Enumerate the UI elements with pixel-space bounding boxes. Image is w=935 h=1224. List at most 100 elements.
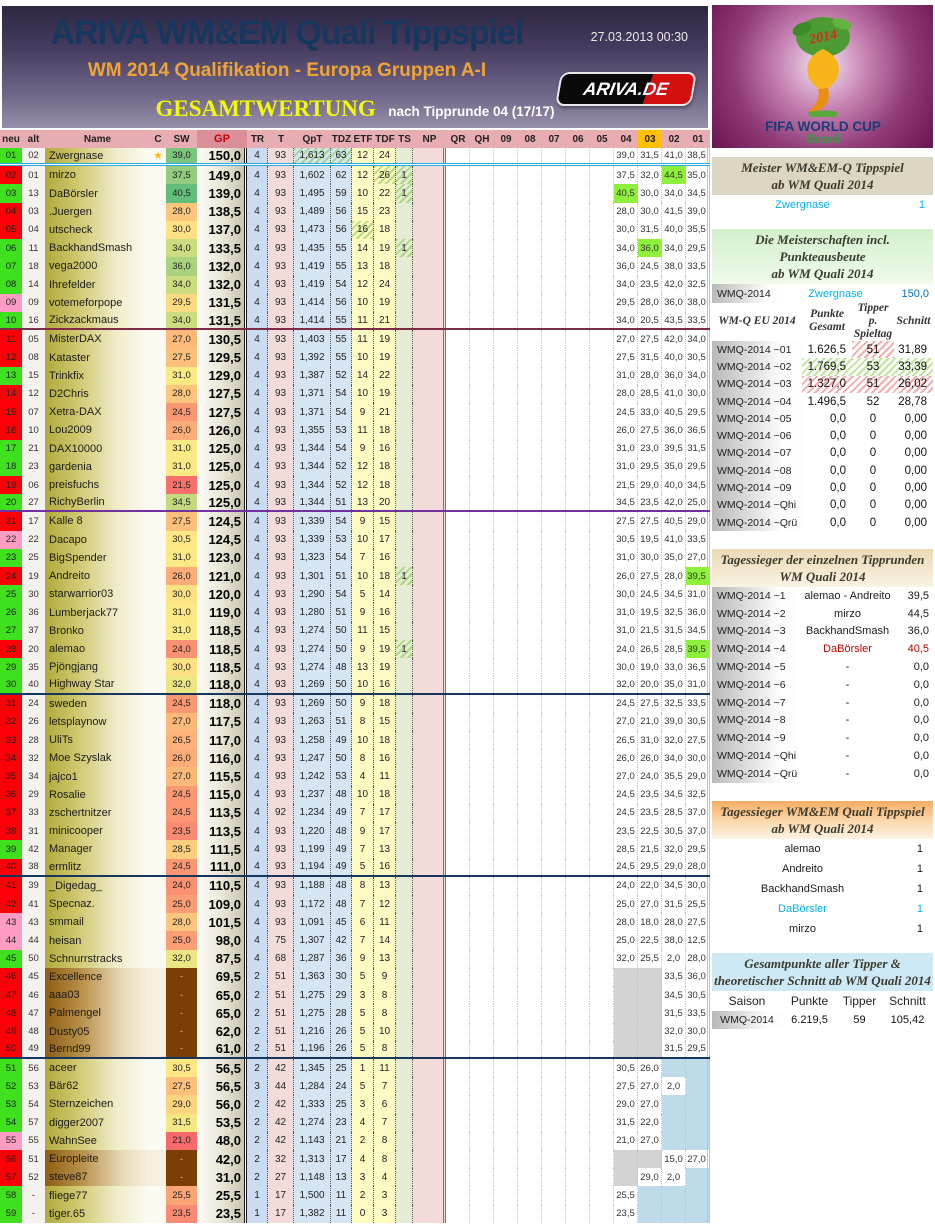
- round-cell-empty: [566, 695, 590, 713]
- points-last-round: 24,0: [166, 877, 197, 895]
- round-cell-empty: [566, 585, 590, 603]
- round-cell-empty: [590, 968, 614, 986]
- total-points: 120,0: [197, 585, 247, 603]
- total-points: 150,0: [197, 148, 247, 163]
- stat-tdf: 7: [374, 1114, 396, 1132]
- round-points: 29,0: [686, 512, 710, 530]
- table-rows: 0102Zwergnase★39,0150,04931,61363122439,…: [0, 148, 710, 1223]
- round-points: 34,0: [686, 367, 710, 385]
- round-cell-empty: [446, 512, 470, 530]
- stat-qpt: 1,188: [294, 877, 331, 895]
- stat-t: 93: [268, 731, 294, 749]
- stat-qpt: 1,602: [294, 166, 331, 184]
- stat-tdz: 54: [331, 385, 352, 403]
- round-points: 27,5: [686, 731, 710, 749]
- stat-etf: 13: [352, 257, 374, 275]
- stat-tr: 4: [247, 859, 268, 875]
- round-cell-empty: [566, 931, 590, 949]
- stat-tr: 4: [247, 330, 268, 348]
- round-points: 27,0: [614, 767, 638, 785]
- tagesrunde-row: WMQ-2014 ~1alemao - Andreito39,5: [712, 587, 933, 605]
- round-points: 34,5: [686, 184, 710, 202]
- round-cell-empty: [566, 676, 590, 692]
- round-cell-empty: [470, 1205, 494, 1223]
- round-cell-empty: [494, 603, 518, 621]
- round-points: 12,5: [686, 931, 710, 949]
- rank-old: 05: [22, 330, 45, 348]
- stat-np: [413, 749, 446, 767]
- round-cell-empty: [518, 603, 542, 621]
- stat-tdf: 4: [374, 1168, 396, 1186]
- stat-etf: 10: [352, 567, 374, 585]
- round-points: 41,0: [662, 385, 686, 403]
- stat-tr: 4: [247, 950, 268, 968]
- stat-tdz: 49: [331, 840, 352, 858]
- rank-new-badge: 53: [0, 1095, 22, 1113]
- wmq-stat-row: WMQ-2014 ~Qrü0,000,00: [712, 514, 933, 531]
- stat-tdf: 19: [374, 330, 396, 348]
- stat-tdf: 18: [374, 695, 396, 713]
- stat-ts: [396, 1059, 413, 1077]
- round-cell-empty: [542, 494, 566, 510]
- wmq-round-label: WMQ-2014 ~04: [712, 393, 802, 410]
- round-points: 27,5: [638, 512, 662, 530]
- round-cell-empty: [494, 950, 518, 968]
- player-name: digger2007: [45, 1114, 150, 1132]
- stat-etf: 5: [352, 859, 374, 875]
- round-points: 40,5: [662, 512, 686, 530]
- wmq-punkte: 0,0: [802, 427, 852, 444]
- player-name: votemeforpope: [45, 294, 150, 312]
- round-points: 34,5: [662, 585, 686, 603]
- points-last-round: 27,0: [166, 767, 197, 785]
- column-header-08: 08: [518, 130, 542, 148]
- stat-tdz: 21: [331, 1132, 352, 1150]
- player-name: alemao: [45, 640, 150, 658]
- champion-cell: [150, 512, 166, 530]
- stat-np: [413, 276, 446, 294]
- round-cell-empty: [590, 367, 614, 385]
- stat-tdf: 15: [374, 622, 396, 640]
- stat-tr: 4: [247, 312, 268, 328]
- round-points: 30,5: [686, 348, 710, 366]
- total-points: 132,0: [197, 276, 247, 294]
- points-last-round: 24,5: [166, 804, 197, 822]
- stat-ts: [396, 294, 413, 312]
- stat-tdz: 54: [331, 549, 352, 567]
- stat-ts: [396, 713, 413, 731]
- wmq-round-label: WMQ-2014 ~05: [712, 410, 802, 427]
- table-row: 1906preisfuchs21,5125,04931,34452121821,…: [0, 476, 710, 494]
- points-last-round: 40,5: [166, 184, 197, 202]
- stat-ts: [396, 1132, 413, 1150]
- rank-old: 14: [22, 276, 45, 294]
- stat-qpt: 1,247: [294, 749, 331, 767]
- round-points: [662, 1114, 686, 1132]
- rank-new-badge: 14: [0, 385, 22, 403]
- wmq-punkte: 0,0: [802, 445, 852, 462]
- round-points: 29,0: [662, 859, 686, 875]
- round-cell-empty: [566, 1023, 590, 1041]
- stat-t: 93: [268, 749, 294, 767]
- round-cell-empty: [566, 239, 590, 257]
- stat-t: 93: [268, 330, 294, 348]
- round-cell-empty: [446, 239, 470, 257]
- stat-qpt: 1,435: [294, 239, 331, 257]
- round-cell-empty: [542, 1132, 566, 1150]
- stat-tdz: 25: [331, 1095, 352, 1113]
- round-cell-empty: [590, 640, 614, 658]
- round-cell-empty: [470, 512, 494, 530]
- tagesrunde-label: WMQ-2014 ~Qrü: [712, 765, 798, 783]
- rank-old: 36: [22, 603, 45, 621]
- stat-ts: [396, 1150, 413, 1168]
- round-points: [638, 1205, 662, 1223]
- stat-t: 93: [268, 494, 294, 510]
- tagesrunden-panel-header: Tagessieger der einzelnen Tipprunden WM …: [712, 549, 933, 587]
- round-cell-empty: [470, 1095, 494, 1113]
- wmq-punkte: 0,0: [802, 410, 852, 427]
- rank-old: 49: [22, 1041, 45, 1057]
- stat-tdf: 22: [374, 184, 396, 202]
- round-points: 28,0: [638, 367, 662, 385]
- stat-ts: [396, 968, 413, 986]
- column-header-np: NP: [413, 130, 446, 148]
- round-cell-empty: [446, 640, 470, 658]
- stat-np: [413, 348, 446, 366]
